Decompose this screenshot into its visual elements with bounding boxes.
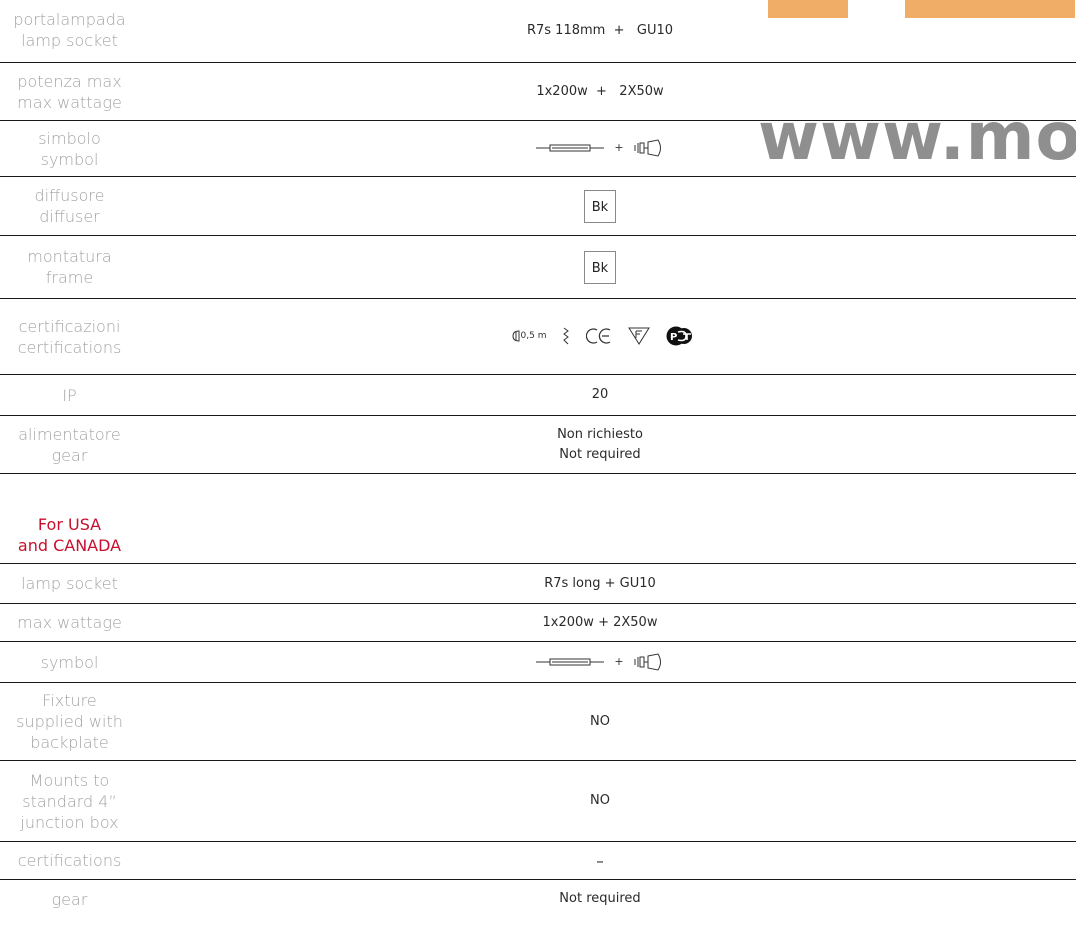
row-value: R7s long + GU10: [544, 575, 656, 591]
linear-halogen-lamp-icon: [536, 658, 605, 666]
table-row: potenza max max wattage 1x200w + 2X50w: [0, 63, 1076, 121]
table-row: alimentatore gear Non richiesto Not requ…: [0, 416, 1076, 474]
row-label: simbolo symbol: [38, 128, 101, 169]
lamp-symbols: +: [536, 138, 663, 158]
row-value: NO: [590, 793, 610, 808]
row-label: potenza max max wattage: [17, 71, 122, 112]
certification-icons: 0,5 m P: [512, 326, 695, 346]
plus-sign: +: [614, 654, 624, 668]
table-row: portalampada lamp socket R7s 118mm + GU1…: [0, 0, 1076, 63]
row-label: diffusore diffuser: [34, 186, 105, 226]
row-value: 1x200w + 2X50w: [536, 83, 664, 99]
row-value: 20: [591, 387, 609, 402]
row-label: IP: [62, 385, 77, 405]
row-label: Mounts to standard 4” junction box: [20, 770, 119, 832]
row-label: portalampada lamp socket: [13, 10, 126, 50]
table-row: max wattage 1x200w + 2X50w: [0, 604, 1076, 642]
row-label: max wattage: [17, 613, 122, 632]
row-label: certifications: [17, 851, 122, 870]
row-value: NO: [590, 713, 610, 729]
color-swatch-diffuser: Bk: [584, 189, 616, 223]
row-value: 1x200w + 2X50w: [542, 614, 658, 630]
row-label: montatura frame: [27, 247, 112, 287]
row-value: Not required: [559, 891, 641, 906]
usa-section-title: For USA and CANADA: [17, 515, 122, 555]
row-value: Bk: [139, 250, 1076, 284]
f-mark-icon: [628, 327, 651, 346]
spec-table-eu: portalampada lamp socket R7s 118mm + GU1…: [0, 0, 1076, 474]
table-row: certificazioni certifications 0,5 m P: [0, 299, 1076, 375]
table-row: Mounts to standard 4” junction box NO: [0, 761, 1076, 842]
row-value: R7s 118mm + GU10: [526, 23, 674, 38]
row-label: certificazioni certifications: [17, 316, 122, 357]
lamp-distance-icon: [512, 330, 520, 342]
table-row: symbol +: [0, 642, 1076, 683]
linear-halogen-lamp-icon: [536, 144, 605, 152]
gu10-lamp-icon: [634, 653, 661, 671]
row-value: +: [139, 138, 1076, 159]
row-value: Non richiesto Not required: [557, 426, 643, 462]
row-label: symbol: [40, 652, 99, 672]
table-row: montatura frame Bk: [0, 236, 1076, 299]
row-value: –: [596, 851, 604, 870]
svg-text:P: P: [670, 332, 677, 343]
row-label: alimentatore gear: [18, 424, 121, 465]
row-value: 0,5 m P: [139, 326, 1076, 347]
table-row: gear Not required: [0, 880, 1076, 918]
row-value: Bk: [139, 189, 1076, 223]
color-swatch-frame: Bk: [584, 250, 616, 284]
table-row: lamp socket R7s long + GU10: [0, 564, 1076, 604]
table-row: IP 20: [0, 375, 1076, 416]
spec-table-usa: lamp socket R7s long + GU10 max wattage …: [0, 563, 1076, 918]
lamp-symbols: +: [536, 652, 663, 672]
row-value: +: [139, 652, 1076, 673]
table-row: simbolo symbol +: [0, 121, 1076, 177]
table-row: certifications –: [0, 842, 1076, 880]
insulation-material-icon: [563, 327, 570, 345]
row-label: lamp socket: [21, 574, 118, 593]
ce-mark-icon: [586, 328, 611, 344]
table-row: Fixture supplied with backplate NO: [0, 683, 1076, 761]
gu10-lamp-icon: [634, 139, 661, 157]
min-distance-mark: 0,5 m: [512, 326, 547, 346]
plus-sign: +: [614, 141, 624, 155]
table-row: diffusore diffuser Bk: [0, 177, 1076, 236]
row-label: Fixture supplied with backplate: [16, 691, 123, 752]
distance-label: 0,5 m: [520, 331, 547, 342]
pct-mark-icon: P: [666, 326, 693, 346]
row-label: gear: [51, 889, 88, 909]
